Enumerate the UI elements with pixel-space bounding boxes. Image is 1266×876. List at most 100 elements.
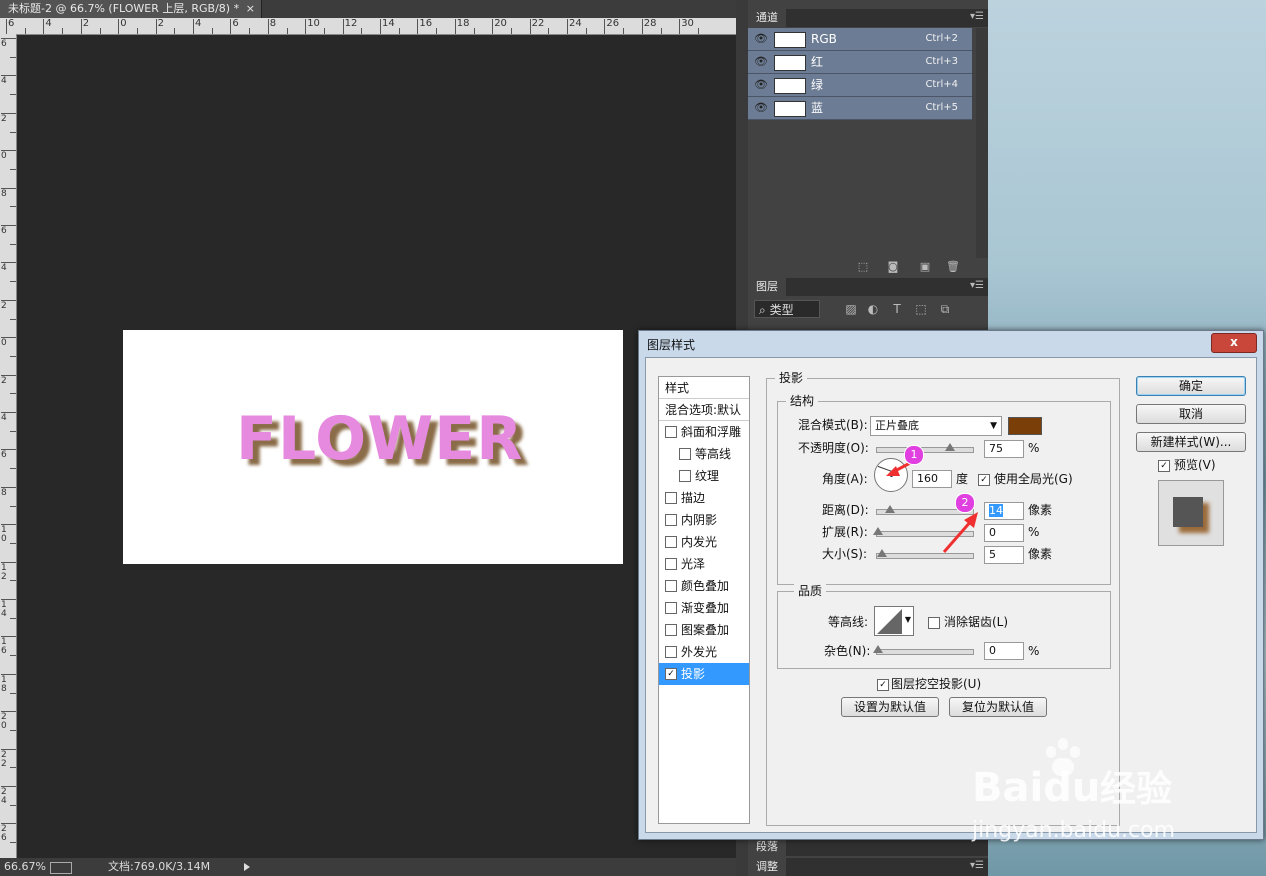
style-item-pattern-overlay[interactable]: 图案叠加 xyxy=(659,619,749,641)
checkbox-checked[interactable]: ✓ xyxy=(665,668,677,680)
channel-thumbnail xyxy=(774,78,806,94)
contour-picker[interactable]: ▼ xyxy=(874,606,914,636)
horizontal-ruler[interactable]: 6 4 2 0 2 4 6 8 10 12 14 16 18 20 22 24 26 28 30 xyxy=(0,18,748,35)
channel-row-blue[interactable]: 👁 蓝 Ctrl+5 xyxy=(748,97,972,120)
shadow-color-swatch[interactable] xyxy=(1008,417,1042,435)
checkbox[interactable] xyxy=(665,624,677,636)
eye-icon[interactable]: 👁 xyxy=(754,32,768,46)
reset-default-button[interactable]: 复位为默认值 xyxy=(949,697,1047,717)
ruler-label: 4 xyxy=(195,18,202,29)
document-canvas[interactable]: FLOWER xyxy=(123,330,623,564)
image-filter-icon[interactable]: ▨ xyxy=(844,302,858,316)
checkbox[interactable] xyxy=(665,602,677,614)
noise-slider[interactable] xyxy=(873,645,974,655)
channel-name: 红 xyxy=(811,55,824,69)
ok-button[interactable]: 确定 xyxy=(1136,376,1246,396)
ruler-tick xyxy=(10,94,16,96)
preview-label: 预览(V) xyxy=(1174,458,1216,472)
contour-label: 等高线: xyxy=(828,615,869,629)
blend-mode-select[interactable]: 正片叠底 ▼ xyxy=(870,416,1002,436)
ruler-label: 6 xyxy=(1,226,7,236)
load-selection-icon[interactable]: ⬚ xyxy=(856,260,870,274)
shape-filter-icon[interactable]: ⬚ xyxy=(914,302,928,316)
zoom-level[interactable]: 66.67% xyxy=(4,858,46,876)
set-default-button[interactable]: 设置为默认值 xyxy=(841,697,939,717)
tab-channels[interactable]: 通道 xyxy=(748,9,786,27)
spread-field[interactable]: 0 xyxy=(984,524,1024,542)
antialias-label: 消除锯齿(L) xyxy=(944,615,1009,629)
style-item-satin[interactable]: 光泽 xyxy=(659,553,749,575)
channel-row-rgb[interactable]: 👁 RGB Ctrl+2 xyxy=(748,28,972,51)
eye-icon[interactable]: 👁 xyxy=(754,55,768,69)
style-item-texture[interactable]: 纹理 xyxy=(659,465,749,487)
ruler-tick xyxy=(10,617,16,619)
style-list-header[interactable]: 样式 xyxy=(659,377,749,399)
ruler-tick xyxy=(510,28,512,34)
tab-adjustments[interactable]: 调整 xyxy=(748,858,786,876)
checkbox[interactable] xyxy=(665,558,677,570)
close-button[interactable]: x xyxy=(1211,333,1257,353)
vertical-ruler[interactable]: 6 4 2 0 8 6 4 2 0 2 4 6 8 10 12 14 16 18 20 22 24 26 xyxy=(0,34,17,858)
panel-menu-icon[interactable]: ▾☰ xyxy=(970,11,984,22)
checkbox[interactable] xyxy=(679,448,691,460)
document-tab[interactable]: 未标题-2 @ 66.7% (FLOWER 上层, RGB/8) * × xyxy=(0,0,262,18)
ruler-label: 4 xyxy=(1,76,7,87)
ruler-label: 22 xyxy=(1,749,7,769)
ruler-tick xyxy=(10,655,16,657)
new-channel-icon[interactable]: ▣ xyxy=(918,260,932,274)
channel-row-red[interactable]: 👁 红 Ctrl+3 xyxy=(748,51,972,74)
cancel-button[interactable]: 取消 xyxy=(1136,404,1246,424)
channel-row-green[interactable]: 👁 绿 Ctrl+4 xyxy=(748,74,972,97)
ruler-tick xyxy=(118,19,120,34)
smart-object-filter-icon[interactable]: ⧉ xyxy=(938,302,952,316)
adjustment-filter-icon[interactable]: ◐ xyxy=(866,302,880,316)
checkbox[interactable] xyxy=(665,646,677,658)
style-item-stroke[interactable]: 描边 xyxy=(659,487,749,509)
opacity-field[interactable]: 75 xyxy=(984,440,1024,458)
style-item-inner-glow[interactable]: 内发光 xyxy=(659,531,749,553)
status-icon[interactable] xyxy=(50,862,72,874)
play-icon[interactable] xyxy=(244,863,250,871)
ruler-tick xyxy=(10,206,16,208)
channel-thumbnail xyxy=(774,101,806,117)
panel-menu-icon[interactable]: ▾☰ xyxy=(970,860,984,871)
tab-paragraph[interactable]: 段落 xyxy=(748,838,786,856)
channels-scrollbar[interactable] xyxy=(976,28,988,258)
distance-field[interactable]: 14 xyxy=(984,502,1024,520)
trash-icon[interactable]: 🗑 xyxy=(946,260,960,274)
antialias-checkbox[interactable] xyxy=(928,617,940,629)
ruler-label: 2 xyxy=(157,18,164,29)
style-item-bevel[interactable]: 斜面和浮雕 xyxy=(659,421,749,443)
checkbox[interactable] xyxy=(665,426,677,438)
style-item-color-overlay[interactable]: 颜色叠加 xyxy=(659,575,749,597)
opacity-unit: % xyxy=(1028,441,1040,455)
panel-menu-icon[interactable]: ▾☰ xyxy=(970,280,984,291)
preview-checkbox[interactable]: ✓ xyxy=(1158,460,1170,472)
eye-icon[interactable]: 👁 xyxy=(754,101,768,115)
ruler-label: 6 xyxy=(232,18,239,29)
close-icon[interactable]: × xyxy=(246,0,255,18)
checkbox[interactable] xyxy=(665,492,677,504)
size-field[interactable]: 5 xyxy=(984,546,1024,564)
ruler-tick xyxy=(10,505,16,507)
checkbox[interactable] xyxy=(665,514,677,526)
ruler-label: 18 xyxy=(1,674,7,694)
style-item-outer-glow[interactable]: 外发光 xyxy=(659,641,749,663)
style-item-inner-shadow[interactable]: 内阴影 xyxy=(659,509,749,531)
checkbox[interactable] xyxy=(665,580,677,592)
text-filter-icon[interactable]: T xyxy=(890,302,904,316)
save-selection-icon[interactable]: ◙ xyxy=(886,260,900,274)
knockout-checkbox[interactable]: ✓ xyxy=(877,679,889,691)
noise-field[interactable]: 0 xyxy=(984,642,1024,660)
eye-icon[interactable]: 👁 xyxy=(754,78,768,92)
checkbox[interactable] xyxy=(679,470,691,482)
checkbox[interactable] xyxy=(665,536,677,548)
new-style-button[interactable]: 新建样式(W)... xyxy=(1136,432,1246,452)
style-item-contour[interactable]: 等高线 xyxy=(659,443,749,465)
style-item-drop-shadow[interactable]: ✓ 投影 xyxy=(659,663,749,685)
blending-options-item[interactable]: 混合选项:默认 xyxy=(659,399,749,421)
tab-layers[interactable]: 图层 xyxy=(748,278,786,296)
slider-thumb[interactable] xyxy=(873,645,883,653)
layer-filter-select[interactable]: ⌕ 类型 xyxy=(754,300,820,318)
style-item-gradient-overlay[interactable]: 渐变叠加 xyxy=(659,597,749,619)
